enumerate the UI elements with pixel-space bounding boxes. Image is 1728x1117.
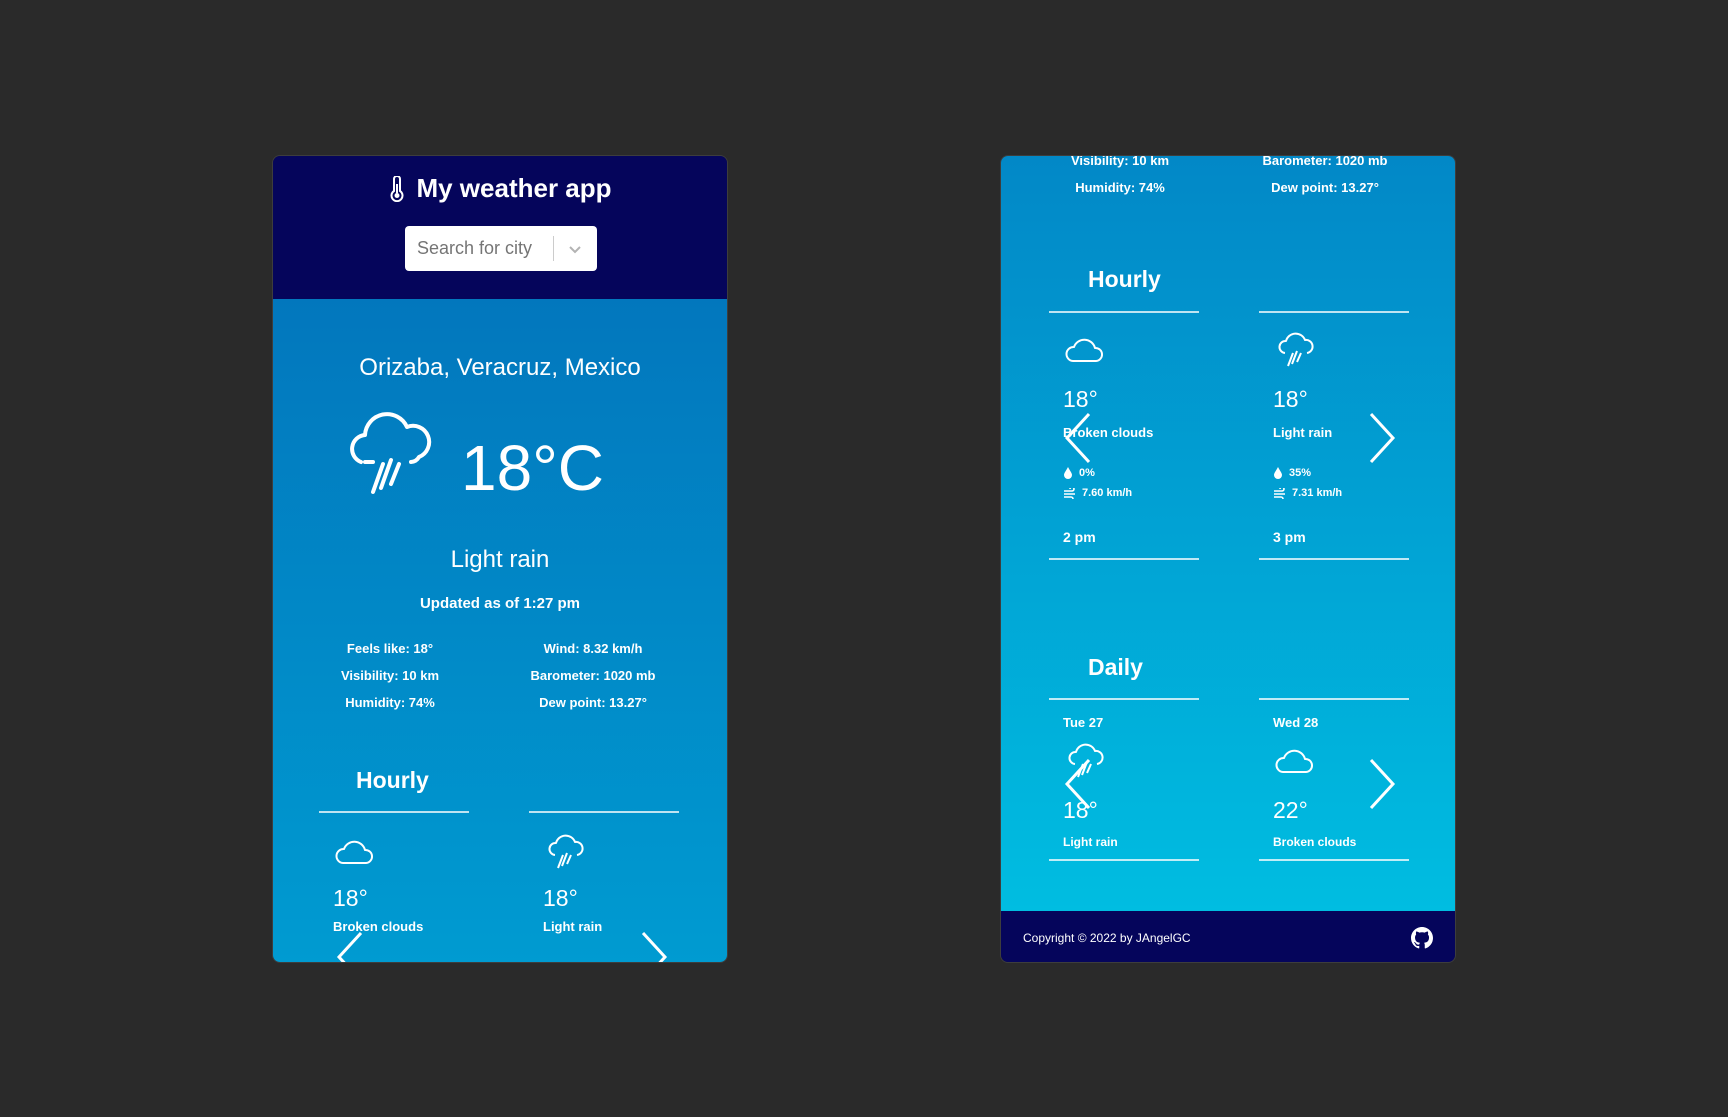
github-icon[interactable] xyxy=(1411,927,1433,949)
thermometer-icon xyxy=(390,175,404,202)
hourly-prev-arrow[interactable] xyxy=(1061,410,1097,466)
daily-day: Wed 28 xyxy=(1273,715,1319,730)
drop-icon xyxy=(1274,467,1282,479)
precipitation-value: 0% xyxy=(1079,466,1095,479)
updated-time: Updated as of 1:27 pm xyxy=(419,595,581,612)
precipitation-value: 35% xyxy=(1289,466,1312,479)
hourly-temp: 18° xyxy=(333,885,368,911)
daily-title: Daily xyxy=(1088,654,1143,680)
wind-speed: 7.31 km/h xyxy=(1273,487,1342,499)
app-title: My weather app xyxy=(273,173,727,204)
rain-icon xyxy=(548,834,584,869)
hourly-temp: 18° xyxy=(1063,386,1098,412)
humidity: Humidity: 74% xyxy=(1075,180,1165,195)
rain-icon xyxy=(350,412,432,494)
wind-speed: 7.60 km/h xyxy=(1063,487,1132,499)
daily-condition: Broken clouds xyxy=(1273,835,1357,849)
dew-point: Dew point: 13.27° xyxy=(539,695,647,710)
wind: Wind: 8.32 km/h xyxy=(543,641,643,656)
cloud-icon xyxy=(1065,338,1103,362)
dew-point: Dew point: 13.27° xyxy=(1271,180,1379,195)
city-name: Orizaba, Veracruz, Mexico xyxy=(359,354,641,381)
barometer: Barometer: 1020 mb xyxy=(1262,155,1388,168)
wind-icon xyxy=(1064,487,1075,499)
details-right-column: Wind: 8.32 km/h Barometer: 1020 mb Dew p… xyxy=(493,635,693,716)
forecast-panel: Visibility: 10 km Humidity: 74% Baromete… xyxy=(1001,156,1455,911)
details-left-column: Visibility: 10 km Humidity: 74% xyxy=(1020,155,1220,201)
wind-icon xyxy=(1274,487,1285,499)
humidity: Humidity: 74% xyxy=(345,695,435,710)
precipitation: 0% xyxy=(1063,466,1095,479)
phone-screen-bottom: Visibility: 10 km Humidity: 74% Baromete… xyxy=(1000,155,1456,963)
hourly-temp: 18° xyxy=(543,885,578,911)
hourly-title: Hourly xyxy=(356,767,429,793)
feels-like: Feels like: 18° xyxy=(346,641,434,656)
app-title-text: My weather app xyxy=(416,173,612,203)
chevron-down-icon[interactable] xyxy=(565,239,585,259)
footer: Copyright © 2022 by JAngelGC xyxy=(1001,911,1455,962)
current-weather-panel: Orizaba, Veracruz, Mexico 18°C Light rai… xyxy=(273,299,727,963)
details-right-column: Barometer: 1020 mb Dew point: 13.27° xyxy=(1225,155,1425,201)
hourly-time: 3 pm xyxy=(1273,529,1306,545)
current-condition: Light rain xyxy=(450,546,550,573)
precipitation: 35% xyxy=(1273,466,1311,479)
drop-icon xyxy=(1064,467,1072,479)
hourly-time: 2 pm xyxy=(1063,529,1096,545)
city-search-select[interactable]: Search for city xyxy=(405,226,597,271)
daily-temp: 22° xyxy=(1273,797,1308,823)
carousel-prev-arrow[interactable] xyxy=(333,929,369,963)
hourly-condition: Light rain xyxy=(1273,425,1333,440)
details-left-column: Feels like: 18° Visibility: 10 km Humidi… xyxy=(290,635,490,716)
cloud-icon xyxy=(1275,749,1313,773)
select-separator xyxy=(553,236,554,261)
visibility: Visibility: 10 km xyxy=(340,668,440,683)
carousel-next-arrow[interactable] xyxy=(635,929,671,963)
daily-prev-arrow[interactable] xyxy=(1061,756,1097,812)
wind-value: 7.60 km/h xyxy=(1082,487,1133,499)
daily-next-arrow[interactable] xyxy=(1363,756,1399,812)
visibility: Visibility: 10 km xyxy=(1070,155,1170,168)
hourly-condition: Light rain xyxy=(543,919,603,934)
daily-condition: Light rain xyxy=(1063,835,1118,849)
hourly-next-arrow[interactable] xyxy=(1363,410,1399,466)
current-temperature: 18°C xyxy=(461,432,604,504)
rain-icon xyxy=(1278,332,1314,367)
phone-screen-top: My weather app Search for city Orizaba, … xyxy=(272,155,728,963)
barometer: Barometer: 1020 mb xyxy=(530,668,656,683)
wind-value: 7.31 km/h xyxy=(1292,487,1343,499)
search-placeholder: Search for city xyxy=(417,238,533,258)
hourly-title: Hourly xyxy=(1088,266,1161,292)
app-header: My weather app Search for city xyxy=(273,156,727,299)
daily-day: Tue 27 xyxy=(1063,715,1104,730)
hourly-temp: 18° xyxy=(1273,386,1308,412)
cloud-icon xyxy=(335,840,373,864)
copyright-text: Copyright © 2022 by JAngelGC xyxy=(1023,931,1191,945)
